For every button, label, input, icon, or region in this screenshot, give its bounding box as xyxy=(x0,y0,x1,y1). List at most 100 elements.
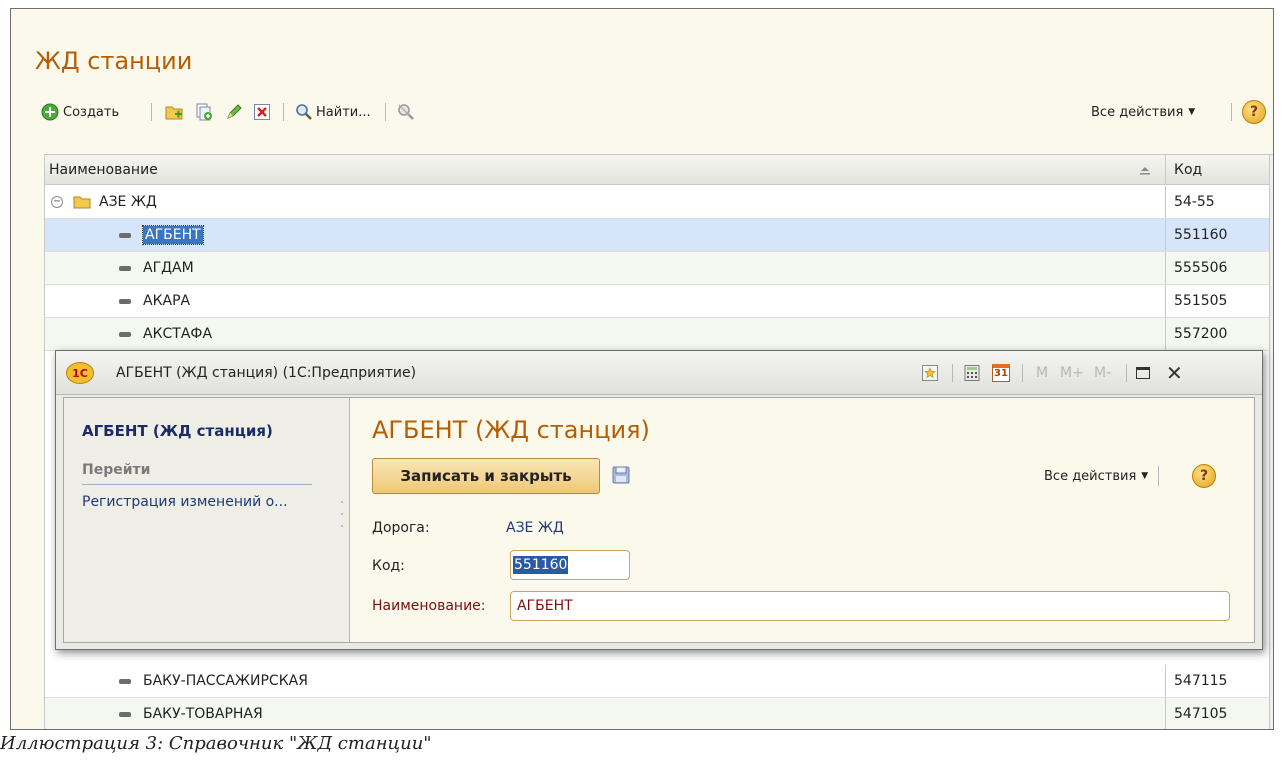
cancel-search-button[interactable] xyxy=(397,97,415,127)
create-button[interactable]: Создать xyxy=(41,97,119,127)
all-actions-label: Все действия xyxy=(1091,104,1184,120)
create-plus-icon xyxy=(41,103,59,121)
table-scrollbar[interactable]: ▲ xyxy=(1269,155,1273,729)
item-dash-icon xyxy=(119,711,131,717)
road-value-link[interactable]: АЗЕ ЖД xyxy=(506,520,564,536)
calculator-icon xyxy=(964,365,980,381)
cancel-search-icon xyxy=(398,104,414,120)
copy-document-icon xyxy=(196,103,212,121)
titlebar-separator xyxy=(1022,364,1023,382)
delete-cross-icon xyxy=(254,104,270,120)
table-row-selected[interactable]: АГБЕНТ 551160 xyxy=(45,219,1269,252)
item-window-body: АГБЕНТ (ЖД станция) Перейти Регистрация … xyxy=(63,397,1255,643)
row-name: БАКУ-ТОВАРНАЯ xyxy=(143,706,263,722)
table-row-group[interactable]: − АЗЕ ЖД 54-55 xyxy=(45,186,1269,219)
item-dash-icon xyxy=(119,678,131,684)
panel-resize-grip[interactable] xyxy=(340,498,344,538)
table-header: Наименование Код xyxy=(45,155,1273,185)
figure-caption: Иллюстрация 3: Справочник "ЖД станции" xyxy=(0,733,432,754)
folder-icon xyxy=(73,196,91,209)
column-header-name[interactable]: Наименование xyxy=(45,155,1165,185)
item-dash-icon xyxy=(119,298,131,304)
item-dash-icon xyxy=(119,331,131,337)
row-name: АГДАМ xyxy=(143,260,194,276)
table-row[interactable]: БАКУ-ПАССАЖИРСКАЯ 547115 xyxy=(45,665,1269,698)
row-code: 551160 xyxy=(1165,219,1269,251)
magnifier-icon xyxy=(296,104,312,120)
name-label: Наименование: xyxy=(372,598,486,614)
table-row[interactable]: АГДАМ 555506 xyxy=(45,252,1269,285)
road-label: Дорога: xyxy=(372,520,430,536)
floppy-disk-icon xyxy=(612,466,630,484)
row-code: 547105 xyxy=(1165,698,1269,729)
close-button[interactable]: ✕ xyxy=(1166,351,1183,395)
nav-link-change-registration[interactable]: Регистрация изменений о... xyxy=(82,494,288,510)
form-all-actions-menu[interactable]: Все действия ▼ xyxy=(1044,458,1160,494)
collapse-icon[interactable]: − xyxy=(51,196,63,208)
code-field-value: 551160 xyxy=(513,556,569,574)
item-window-titlebar[interactable]: 1С АГБЕНТ (ЖД станция) (1С:Предприятие) … xyxy=(56,351,1262,395)
mark-delete-button[interactable] xyxy=(253,97,271,127)
item-dash-icon xyxy=(119,265,131,271)
favorites-button[interactable] xyxy=(922,351,938,395)
row-name-cell: АКСТАФА xyxy=(45,318,1165,350)
row-name: БАКУ-ПАССАЖИРСКАЯ xyxy=(143,673,308,689)
table-row[interactable]: АКАРА 551505 xyxy=(45,285,1269,318)
row-name-cell: БАКУ-ТОВАРНАЯ xyxy=(45,698,1165,729)
save-button[interactable] xyxy=(612,466,630,484)
form-help-button[interactable]: ? xyxy=(1192,464,1216,488)
column-header-name-label: Наименование xyxy=(49,162,158,178)
item-window: 1С АГБЕНТ (ЖД станция) (1С:Предприятие) … xyxy=(55,350,1263,650)
code-label: Код: xyxy=(372,558,405,574)
edit-button[interactable] xyxy=(225,97,243,127)
calculator-button[interactable] xyxy=(964,351,980,395)
memory-minus-button[interactable]: M- xyxy=(1094,351,1111,395)
list-toolbar: Создать Найти... Все действия ▼ ? xyxy=(41,97,1273,127)
code-field[interactable]: 551160 xyxy=(510,550,630,580)
all-actions-menu[interactable]: Все действия ▼ xyxy=(1091,97,1195,127)
toolbar-separator xyxy=(151,103,152,121)
copy-item-button[interactable] xyxy=(195,97,213,127)
toolbar-separator xyxy=(385,103,386,121)
row-code: 547115 xyxy=(1165,665,1269,697)
row-name-cell: АКАРА xyxy=(45,285,1165,317)
1c-logo-icon: 1С xyxy=(66,362,94,384)
new-folder-icon xyxy=(165,106,183,120)
row-code: 557200 xyxy=(1165,318,1269,350)
table-row[interactable]: АКСТАФА 557200 xyxy=(45,318,1269,351)
calendar-icon: 31 xyxy=(992,364,1010,382)
row-name-cell: АГБЕНТ xyxy=(45,219,1165,251)
save-and-close-button[interactable]: Записать и закрыть xyxy=(372,458,600,494)
find-button-label: Найти... xyxy=(316,104,371,120)
row-name: АЗЕ ЖД xyxy=(99,194,157,210)
row-code: 551505 xyxy=(1165,285,1269,317)
nav-panel-title[interactable]: АГБЕНТ (ЖД станция) xyxy=(82,422,273,440)
nav-divider xyxy=(82,484,312,485)
row-name: АГБЕНТ xyxy=(142,225,204,245)
memory-button[interactable]: M xyxy=(1036,351,1048,395)
name-field[interactable]: АГБЕНТ xyxy=(510,591,1230,621)
table-row[interactable]: БАКУ-ТОВАРНАЯ 547105 xyxy=(45,698,1269,729)
column-header-code-label: Код xyxy=(1174,162,1203,178)
navigation-panel: АГБЕНТ (ЖД станция) Перейти Регистрация … xyxy=(64,398,350,642)
calendar-button[interactable]: 31 xyxy=(992,351,1010,395)
row-name: АКАРА xyxy=(143,293,191,309)
titlebar-separator xyxy=(952,364,953,382)
create-button-label: Создать xyxy=(63,104,120,120)
create-group-button[interactable] xyxy=(165,97,183,127)
form-title: АГБЕНТ (ЖД станция) xyxy=(372,416,650,444)
maximize-button[interactable] xyxy=(1136,351,1150,395)
chevron-down-icon: ▼ xyxy=(1141,471,1149,481)
sort-indicator-icon xyxy=(1139,164,1151,175)
item-form: АГБЕНТ (ЖД станция) Записать и закрыть В… xyxy=(350,398,1254,642)
maximize-icon xyxy=(1136,367,1150,379)
row-name-cell: − АЗЕ ЖД xyxy=(45,186,1165,218)
find-button[interactable]: Найти... xyxy=(295,97,371,127)
row-name-cell: АГДАМ xyxy=(45,252,1165,284)
chevron-down-icon: ▼ xyxy=(1188,107,1196,117)
help-button[interactable]: ? xyxy=(1242,97,1266,127)
titlebar-separator xyxy=(1126,364,1127,382)
row-name-cell: БАКУ-ПАССАЖИРСКАЯ xyxy=(45,665,1165,697)
memory-plus-button[interactable]: M+ xyxy=(1060,351,1084,395)
column-header-code[interactable]: Код xyxy=(1165,155,1269,185)
